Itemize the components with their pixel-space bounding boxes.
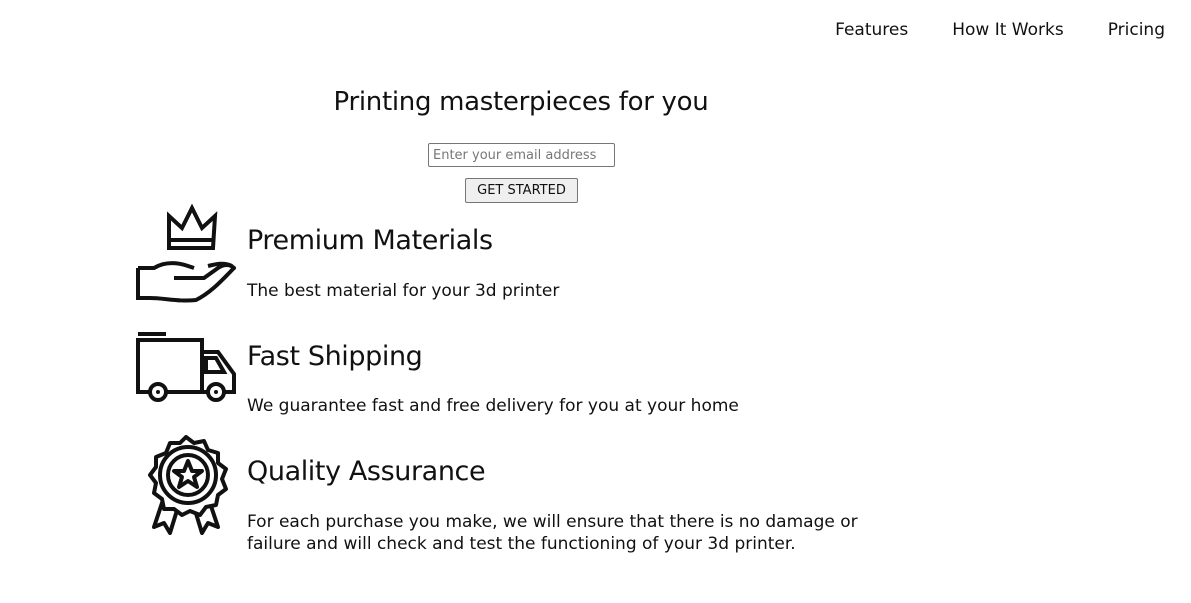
- nav-link-how-it-works[interactable]: How It Works: [952, 20, 1063, 40]
- feature-description: We guarantee fast and free delivery for …: [247, 396, 739, 416]
- hero-title: Printing masterpieces for you: [333, 87, 709, 117]
- nav-link-features[interactable]: Features: [835, 20, 908, 40]
- feature-description: The best material for your 3d printer: [247, 281, 560, 301]
- delivery-truck-icon: [136, 332, 236, 432]
- feature-title: Quality Assurance: [247, 456, 486, 487]
- email-input[interactable]: [428, 143, 615, 167]
- feature-description: For each purchase you make, we will ensu…: [247, 512, 858, 554]
- top-nav: Features How It Works Pricing: [835, 20, 1165, 40]
- feature-title: Fast Shipping: [247, 341, 423, 372]
- nav-link-pricing[interactable]: Pricing: [1108, 20, 1165, 40]
- feature-title: Premium Materials: [247, 225, 493, 256]
- crown-hand-icon: [136, 204, 236, 304]
- award-badge-icon: [136, 435, 236, 535]
- get-started-button[interactable]: GET STARTED: [465, 178, 578, 203]
